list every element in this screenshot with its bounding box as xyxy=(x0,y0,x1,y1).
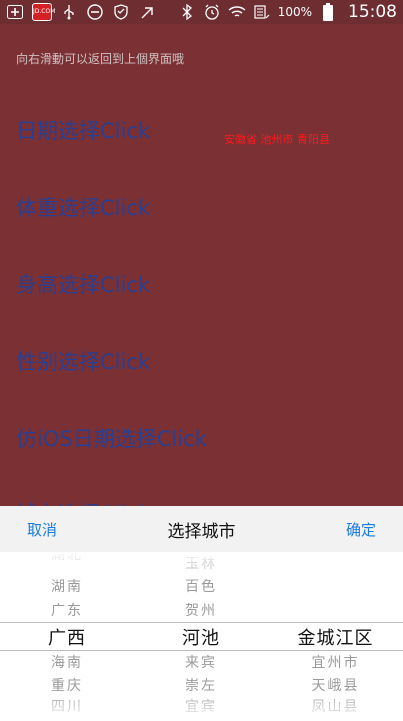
signal-icon xyxy=(253,3,271,21)
city-option[interactable]: 玉林 xyxy=(134,553,268,573)
district-wheel[interactable]: 金城江区 宜州市 天峨县 凤山县 xyxy=(268,552,403,721)
status-bar: JD.COM 100% 15:08 xyxy=(0,0,403,24)
alarm-icon xyxy=(203,3,221,21)
city-option[interactable]: 来宾 xyxy=(134,652,268,672)
city-option[interactable]: 百色 xyxy=(134,576,268,596)
battery-percentage: 100% xyxy=(277,5,312,19)
district-option[interactable]: 宜州市 xyxy=(268,652,403,672)
gender-picker-link[interactable]: 性别选择Click xyxy=(16,346,150,376)
confirm-button[interactable]: 确定 xyxy=(346,519,376,540)
shield-icon xyxy=(112,3,130,21)
do-not-disturb-icon xyxy=(86,3,104,21)
battery-icon xyxy=(319,3,337,21)
picker-wheels: 湖北 湖南 广东 广西 海南 重庆 四川 玉林 百色 贺州 河池 来宾 崇左 宜… xyxy=(0,552,403,721)
province-option[interactable]: 广东 xyxy=(0,600,134,620)
ios-date-picker-link[interactable]: 仿iOS日期选择Click xyxy=(16,423,207,453)
city-picker-link[interactable]: 城市选择Click xyxy=(16,498,150,506)
city-option[interactable]: 宜宾 xyxy=(134,696,268,716)
city-option[interactable]: 贺州 xyxy=(134,600,268,620)
province-selected[interactable]: 广西 xyxy=(0,624,134,650)
cancel-button[interactable]: 取消 xyxy=(27,519,57,540)
bluetooth-icon xyxy=(178,3,196,21)
wifi-icon xyxy=(228,3,246,21)
weight-picker-link[interactable]: 体重选择Click xyxy=(16,192,150,222)
height-picker-link[interactable]: 身高选择Click xyxy=(16,269,150,299)
add-notification-icon xyxy=(6,3,24,21)
province-option[interactable]: 湖南 xyxy=(0,576,134,596)
status-bar-left: JD.COM xyxy=(6,3,156,21)
selection-line-top xyxy=(0,622,403,623)
city-picker-sheet: 取消 选择城市 确定 湖北 湖南 广东 广西 海南 重庆 四川 玉林 百色 贺州… xyxy=(0,506,403,721)
status-bar-right: 100% 15:08 xyxy=(178,2,397,22)
usb-debug-icon xyxy=(138,3,156,21)
province-option[interactable]: 四川 xyxy=(0,696,134,716)
swipe-hint: 向右滑動可以返回到上個界面哦 xyxy=(16,52,185,66)
district-selected[interactable]: 金城江区 xyxy=(268,624,403,650)
usb-icon xyxy=(60,3,78,21)
picker-title: 选择城市 xyxy=(167,521,236,542)
selection-result: 安徽省 池州市 青阳县 xyxy=(224,133,330,146)
province-option[interactable]: 海南 xyxy=(0,652,134,672)
picker-header: 取消 选择城市 确定 xyxy=(0,506,403,552)
clock: 15:08 xyxy=(348,2,397,22)
district-option[interactable]: 凤山县 xyxy=(268,696,403,716)
main-screen: 向右滑動可以返回到上個界面哦 日期选择Click 体重选择Click 身高选择C… xyxy=(0,24,403,506)
district-option[interactable]: 天峨县 xyxy=(268,675,403,695)
province-option[interactable]: 重庆 xyxy=(0,675,134,695)
date-picker-link[interactable]: 日期选择Click xyxy=(16,115,150,145)
province-wheel[interactable]: 湖北 湖南 广东 广西 海南 重庆 四川 xyxy=(0,552,134,721)
city-wheel[interactable]: 玉林 百色 贺州 河池 来宾 崇左 宜宾 xyxy=(134,552,268,721)
province-option[interactable]: 湖北 xyxy=(0,552,134,564)
selection-line-bottom xyxy=(0,650,403,651)
jd-app-icon: JD.COM xyxy=(32,3,55,21)
city-selected[interactable]: 河池 xyxy=(134,624,268,650)
city-option[interactable]: 崇左 xyxy=(134,675,268,695)
